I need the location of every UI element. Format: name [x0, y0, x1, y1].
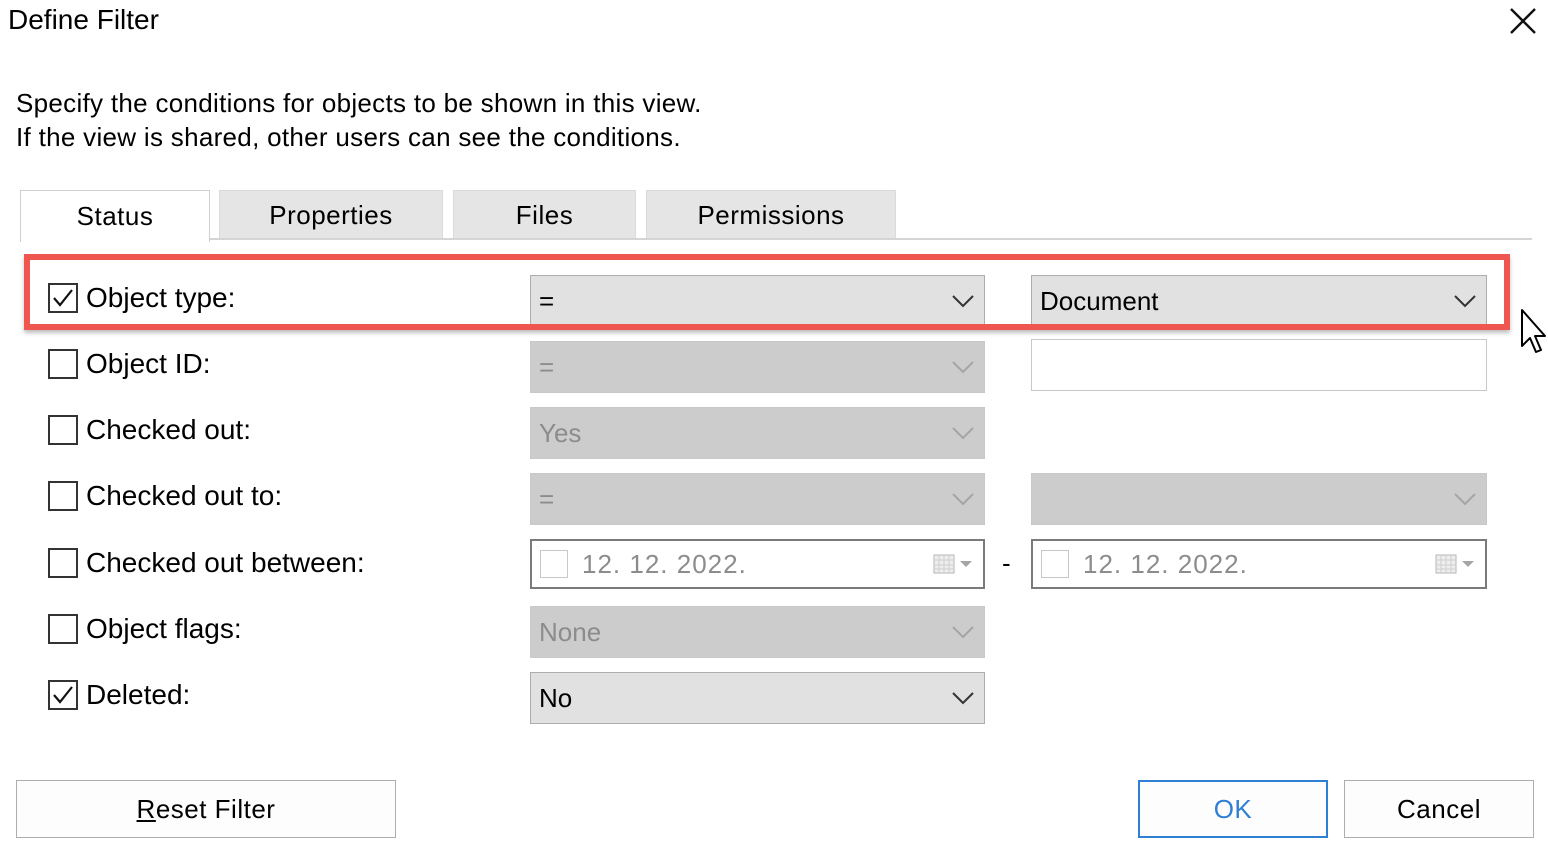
cancel-button[interactable]: Cancel: [1344, 780, 1534, 838]
object-id-checkbox[interactable]: [48, 349, 78, 379]
deleted-checkbox[interactable]: [48, 680, 78, 710]
checked-out-checkbox[interactable]: [48, 415, 78, 445]
checked-out-between-row: Checked out between:: [48, 545, 365, 581]
deleted-label: Deleted:: [86, 679, 191, 710]
object-flags-row: Object flags:: [48, 611, 242, 647]
reset-filter-button[interactable]: Reset Filter: [16, 780, 396, 838]
mouse-cursor-icon: [1520, 308, 1546, 361]
deleted-value: No: [539, 682, 573, 713]
object-type-row: Object type:: [48, 280, 235, 316]
deleted-select[interactable]: No: [530, 672, 985, 724]
deleted-row: Deleted:: [48, 677, 190, 713]
chevron-down-icon: [942, 607, 984, 657]
object-flags-value: None: [539, 616, 602, 647]
object-flags-label: Object flags:: [86, 613, 242, 644]
description-line-2: If the view is shared, other users can s…: [16, 122, 681, 152]
object-type-label: Object type:: [86, 282, 236, 313]
reset-filter-label: eset Filter: [155, 793, 276, 824]
dialog-title: Define Filter: [8, 4, 159, 35]
checked-out-to-operator-select: =: [530, 473, 985, 525]
object-id-input: [1031, 339, 1487, 391]
chevron-down-icon: [942, 474, 984, 524]
ok-button[interactable]: OK: [1138, 780, 1328, 838]
chevron-down-icon: [1444, 474, 1486, 524]
date-to-value: 12. 12. 2022.: [1083, 548, 1248, 579]
description-line-1: Specify the conditions for objects to be…: [16, 88, 702, 118]
object-type-checkbox[interactable]: [48, 283, 78, 313]
object-type-value: Document: [1040, 285, 1159, 316]
checked-out-value: Yes: [539, 417, 582, 448]
checked-out-between-checkbox[interactable]: [48, 548, 78, 578]
chevron-down-icon: [942, 408, 984, 458]
date-from-picker: 12. 12. 2022.: [530, 539, 985, 589]
date-to-picker: 12. 12. 2022.: [1031, 539, 1487, 589]
checked-out-select: Yes: [530, 407, 985, 459]
object-id-operator-value: =: [539, 351, 555, 382]
tab-files[interactable]: Files: [453, 190, 636, 240]
checked-out-to-label: Checked out to:: [86, 480, 283, 511]
object-type-value-select[interactable]: Document: [1031, 275, 1487, 327]
date-to-checkbox: [1041, 550, 1069, 578]
tab-status[interactable]: Status: [20, 190, 210, 242]
checked-out-to-operator-value: =: [539, 483, 555, 514]
object-type-operator-value: =: [539, 285, 555, 316]
tab-permissions[interactable]: Permissions: [646, 190, 896, 240]
checked-out-label: Checked out:: [86, 414, 251, 445]
object-type-operator-select[interactable]: =: [530, 275, 985, 327]
checked-out-to-row: Checked out to:: [48, 478, 282, 514]
check-icon: [53, 289, 73, 307]
object-id-label: Object ID:: [86, 348, 211, 379]
checked-out-between-label: Checked out between:: [86, 547, 365, 578]
chevron-down-icon: [942, 673, 984, 723]
date-from-value: 12. 12. 2022.: [582, 548, 747, 579]
close-icon[interactable]: [1506, 4, 1540, 38]
chevron-down-icon: [942, 342, 984, 392]
checked-out-to-user-select: [1031, 473, 1487, 525]
check-icon: [53, 686, 73, 704]
chevron-down-icon: [1444, 276, 1486, 326]
checked-out-row: Checked out:: [48, 412, 251, 448]
calendar-icon: [1429, 541, 1485, 587]
date-range-separator: -: [1002, 548, 1011, 578]
object-flags-checkbox[interactable]: [48, 614, 78, 644]
date-from-checkbox: [540, 550, 568, 578]
chevron-down-icon: [942, 276, 984, 326]
object-id-row: Object ID:: [48, 346, 210, 382]
tab-properties[interactable]: Properties: [219, 190, 443, 240]
object-id-operator-select: =: [530, 341, 985, 393]
calendar-icon: [927, 541, 983, 587]
reset-filter-mnemonic: R: [136, 793, 156, 824]
tab-divider: [20, 238, 1532, 240]
checked-out-to-checkbox[interactable]: [48, 481, 78, 511]
object-flags-select: None: [530, 606, 985, 658]
